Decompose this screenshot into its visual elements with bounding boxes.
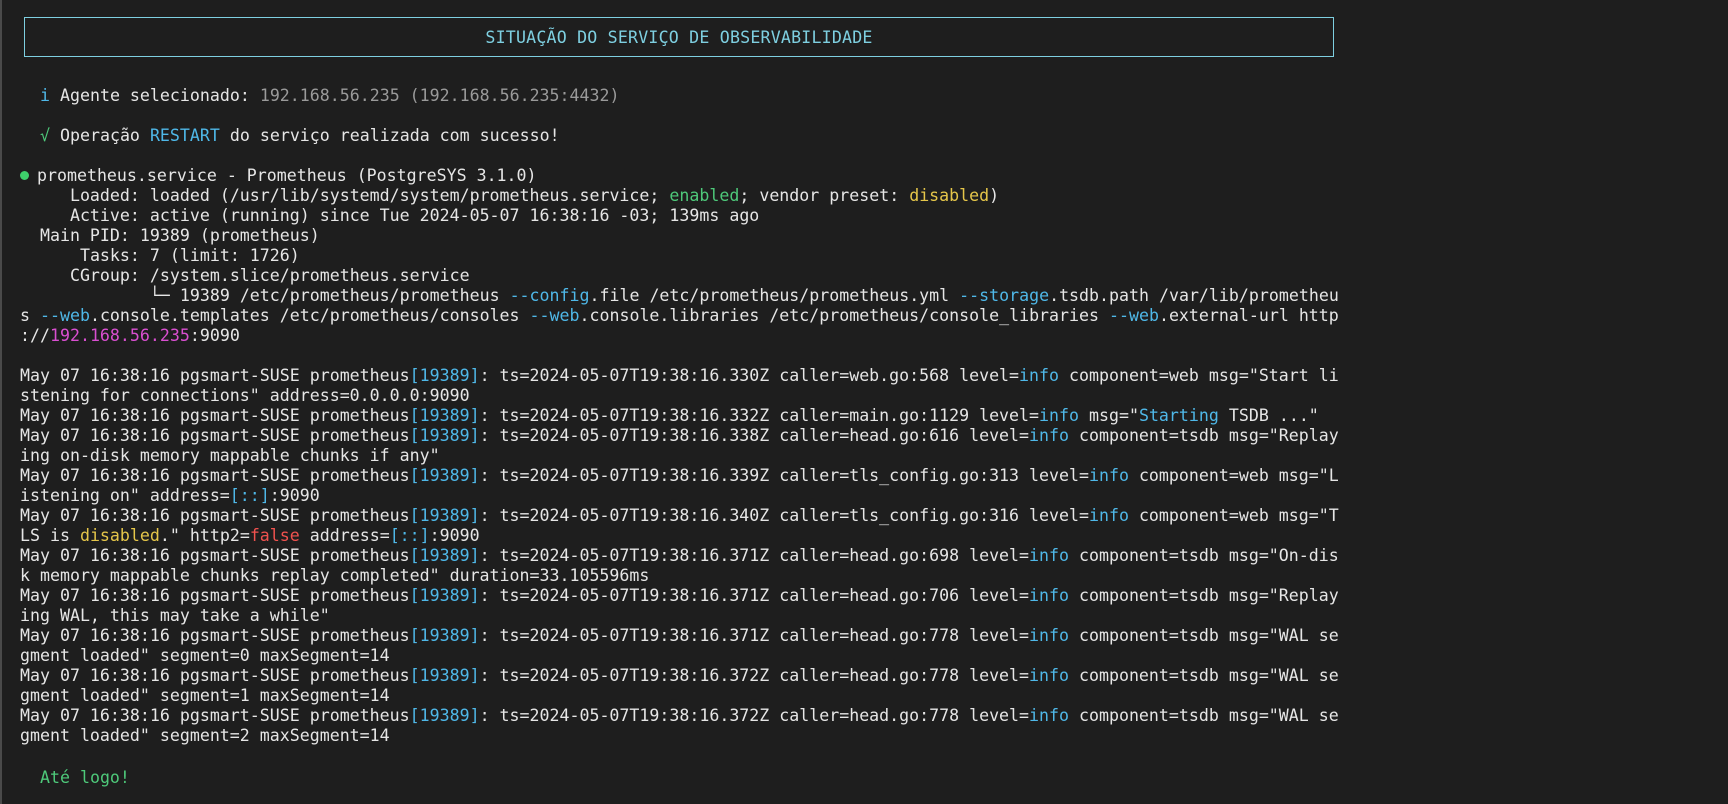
log-line: May 07 16:38:16 pgsmart-SUSE prometheus[… [20, 626, 1339, 645]
status-dot-icon [20, 171, 29, 180]
service-pid: Main PID: 19389 (prometheus) [39, 226, 320, 245]
log-line: May 07 16:38:16 pgsmart-SUSE prometheus[… [20, 506, 1339, 525]
operation-line: √ Operação RESTART do serviço realizada … [40, 126, 560, 145]
service-url-line: ://192.168.56.235:9090 [20, 326, 240, 345]
service-process-line: └─ 19389 /etc/prometheus/prometheus --co… [149, 286, 1339, 305]
log-line-wrap: LS is disabled." http2=false address=[::… [20, 526, 480, 545]
log-line: May 07 16:38:16 pgsmart-SUSE prometheus[… [20, 366, 1339, 385]
log-line: May 07 16:38:16 pgsmart-SUSE prometheus[… [20, 546, 1339, 565]
log-line: May 07 16:38:16 pgsmart-SUSE prometheus[… [20, 426, 1339, 445]
service-active: Active: active (running) since Tue 2024-… [69, 206, 760, 225]
log-line-wrap: ing WAL, this may take a while" [20, 606, 330, 625]
agent-value: 192.168.56.235 (192.168.56.235:4432) [259, 86, 620, 105]
service-loaded: Loaded: loaded (/usr/lib/systemd/system/… [69, 186, 1000, 205]
log-line-wrap: gment loaded" segment=1 maxSegment=14 [20, 686, 390, 705]
agent-line: i Agente selecionado: 192.168.56.235 (19… [40, 86, 620, 105]
operation-action: RESTART [149, 126, 220, 145]
service-header: prometheus.service - Prometheus (Postgre… [20, 166, 537, 186]
url-host: 192.168.56.235 [49, 326, 190, 345]
log-line-wrap: gment loaded" segment=0 maxSegment=14 [20, 646, 390, 665]
log-line-wrap: ing on-disk memory mappable chunks if an… [20, 446, 440, 465]
farewell-message: Até logo! [40, 768, 130, 787]
log-line-wrap: k memory mappable chunks replay complete… [20, 566, 650, 585]
log-line: May 07 16:38:16 pgsmart-SUSE prometheus[… [20, 406, 1319, 425]
info-icon: i [40, 86, 50, 105]
check-icon: √ [40, 126, 50, 145]
log-line: May 07 16:38:16 pgsmart-SUSE prometheus[… [20, 586, 1339, 605]
log-line-wrap: stening for connections" address=0.0.0.0… [20, 386, 470, 405]
log-line: May 07 16:38:16 pgsmart-SUSE prometheus[… [20, 466, 1339, 485]
banner-title: SITUAÇÃO DO SERVIÇO DE OBSERVABILIDADE [485, 27, 873, 47]
service-cgroup: CGroup: /system.slice/prometheus.service [69, 266, 470, 285]
log-line: May 07 16:38:16 pgsmart-SUSE prometheus[… [20, 706, 1339, 725]
log-line-wrap: gment loaded" segment=2 maxSegment=14 [20, 726, 390, 745]
status-banner: SITUAÇÃO DO SERVIÇO DE OBSERVABILIDADE [24, 17, 1334, 57]
log-line-wrap: istening on" address=[::]:9090 [20, 486, 320, 505]
service-tasks: Tasks: 7 (limit: 1726) [79, 246, 300, 265]
service-process-line-wrap: s --web.console.templates /etc/prometheu… [20, 306, 1339, 325]
log-line: May 07 16:38:16 pgsmart-SUSE prometheus[… [20, 666, 1339, 685]
terminal-window[interactable]: SITUAÇÃO DO SERVIÇO DE OBSERVABILIDADE i… [0, 0, 1728, 804]
